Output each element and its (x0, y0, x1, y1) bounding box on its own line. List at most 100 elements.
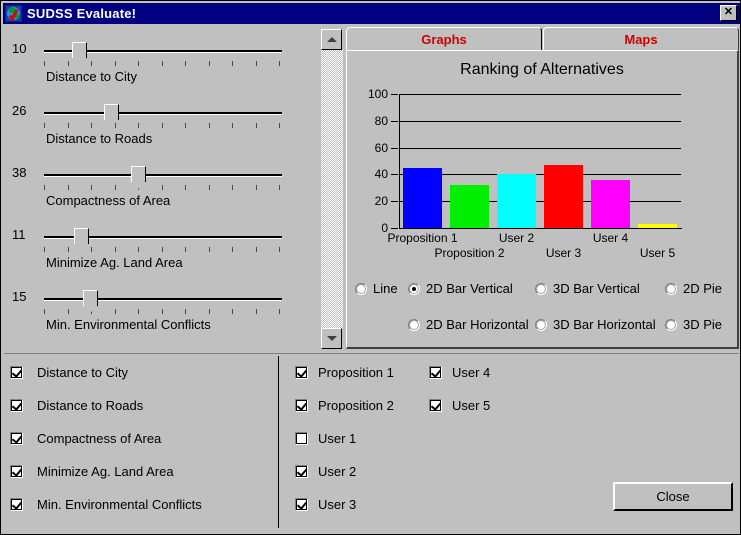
slider-thumb[interactable] (131, 166, 148, 190)
chart-x-tick-label: User 4 (592, 231, 629, 245)
slider-value: 38 (12, 165, 27, 180)
radio-option-label: 3D Bar Vertical (553, 281, 640, 296)
chart-gridline (399, 120, 681, 122)
checkbox-item[interactable]: User 1 (295, 431, 356, 446)
chart-y-tick (391, 94, 398, 95)
tabstrip: Graphs Maps (346, 27, 739, 51)
checkbox-item[interactable]: User 3 (295, 497, 356, 512)
slider-value: 26 (12, 103, 27, 118)
slider-track[interactable] (44, 227, 284, 257)
slider-value: 11 (12, 227, 26, 242)
tab-maps[interactable]: Maps (543, 27, 739, 51)
radio-option[interactable]: 2D Bar Horizontal (408, 317, 529, 332)
slider-label: Compactness of Area (46, 193, 171, 208)
checkbox-label: Min. Environmental Conflicts (37, 497, 202, 512)
checkbox-indicator-icon (295, 465, 308, 478)
radio-option[interactable]: Line (355, 281, 398, 296)
radio-option[interactable]: 3D Pie (665, 317, 722, 332)
criteria-weight-sliders: 10 Distance to City 26 Distance to Roads 38 C… (4, 27, 317, 349)
checkbox-indicator-icon (429, 399, 442, 412)
slider-line (44, 174, 282, 177)
chart-gridline (399, 94, 681, 95)
tab-graphs[interactable]: Graphs (346, 27, 542, 51)
slider-thumb[interactable] (71, 42, 88, 66)
checkbox-label: Proposition 1 (318, 365, 394, 380)
slider-label: Distance to Roads (46, 131, 153, 146)
title-bar: SUDSS Evaluate! ✕ (3, 3, 740, 24)
chart-bar (591, 179, 630, 228)
chart-x-tick-label: User 3 (545, 246, 582, 260)
window-title: SUDSS Evaluate! (27, 6, 137, 21)
chart-x-tick-label: Proposition 2 (434, 246, 505, 260)
checkbox-label: User 5 (452, 398, 491, 413)
checkbox-indicator-icon (10, 465, 23, 478)
slider-thumb[interactable] (103, 104, 120, 128)
slider-tickmarks (44, 309, 282, 315)
chart-y-tick (391, 174, 398, 176)
checkbox-item[interactable]: Min. Environmental Conflicts (10, 497, 202, 512)
scrollbar-track[interactable] (321, 50, 343, 328)
checkbox-item[interactable]: Compactness of Area (10, 431, 161, 446)
radio-option-label: 3D Bar Horizontal (553, 317, 656, 332)
sliders-scrollbar[interactable] (321, 29, 343, 349)
chart-bar (497, 174, 536, 228)
checkbox-indicator-icon (295, 366, 308, 379)
slider-track[interactable] (44, 41, 284, 71)
chart-bar (403, 167, 442, 228)
chart-title: Ranking of Alternatives (460, 61, 624, 78)
scroll-down-arrow-icon (326, 336, 337, 341)
checkbox-indicator-icon (295, 399, 308, 412)
checkbox-indicator-icon (295, 432, 308, 445)
checkbox-label: User 2 (318, 464, 357, 479)
checkbox-label: Minimize Ag. Land Area (37, 464, 174, 479)
checkbox-indicator-icon (10, 366, 23, 379)
checkbox-item[interactable]: Proposition 2 (295, 398, 394, 413)
chart-bar (450, 185, 489, 228)
checkbox-item[interactable]: User 2 (295, 464, 356, 479)
checkbox-item[interactable]: User 4 (429, 365, 490, 380)
slider-value: 10 (12, 41, 27, 56)
scroll-down-button[interactable] (321, 328, 342, 349)
checkbox-item[interactable]: Distance to City (10, 365, 128, 380)
scroll-up-button[interactable] (321, 29, 342, 50)
radio-option[interactable]: 3D Bar Horizontal (535, 317, 656, 332)
chart-gridline (399, 147, 681, 149)
radio-indicator-icon (408, 318, 420, 331)
chart-y-tick-label: 100 (367, 87, 388, 101)
close-button[interactable]: Close (613, 482, 733, 511)
checkbox-indicator-icon (429, 366, 442, 379)
slider-line (44, 112, 282, 115)
radio-option-label: 2D Bar Vertical (426, 281, 513, 296)
chart-x-tick-label: Proposition 1 (387, 231, 458, 245)
slider-track[interactable] (44, 289, 284, 319)
window-close-button[interactable]: ✕ (720, 5, 737, 21)
close-button-label: Close (656, 489, 690, 504)
checkbox-label: User 1 (318, 431, 357, 446)
radio-option-label: 2D Pie (683, 281, 723, 296)
slider-track[interactable] (44, 165, 284, 195)
slider-thumb[interactable] (83, 290, 100, 314)
chart-y-tick (391, 228, 398, 229)
chart-x-tick-label: User 5 (639, 246, 676, 260)
slider-tickmarks (44, 123, 282, 129)
radio-option-label: 3D Pie (683, 317, 723, 332)
checkbox-item[interactable]: Proposition 1 (295, 365, 394, 380)
chart-y-tick (391, 147, 398, 149)
radio-option[interactable]: 2D Bar Vertical (408, 281, 513, 296)
graph-panel: Ranking of Alternatives 0 20 40 60 80 100 Prop… (346, 50, 739, 349)
checkbox-item[interactable]: User 5 (429, 398, 490, 413)
checkbox-item[interactable]: Minimize Ag. Land Area (10, 464, 174, 479)
slider-thumb[interactable] (73, 228, 90, 252)
radio-option[interactable]: 3D Bar Vertical (535, 281, 640, 296)
chart-gridline (399, 228, 681, 229)
slider-track[interactable] (44, 103, 284, 133)
slider-label: Distance to City (46, 69, 138, 84)
checkbox-label: User 3 (318, 497, 357, 512)
panel-divider (278, 356, 279, 528)
tab-maps-label: Maps (624, 32, 658, 47)
checkbox-item[interactable]: Distance to Roads (10, 398, 143, 413)
chart-y-tick-label: 40 (374, 167, 388, 182)
radio-option[interactable]: 2D Pie (665, 281, 722, 296)
chart-y-tick-label: 60 (374, 140, 388, 155)
checkbox-label: User 4 (452, 365, 491, 380)
